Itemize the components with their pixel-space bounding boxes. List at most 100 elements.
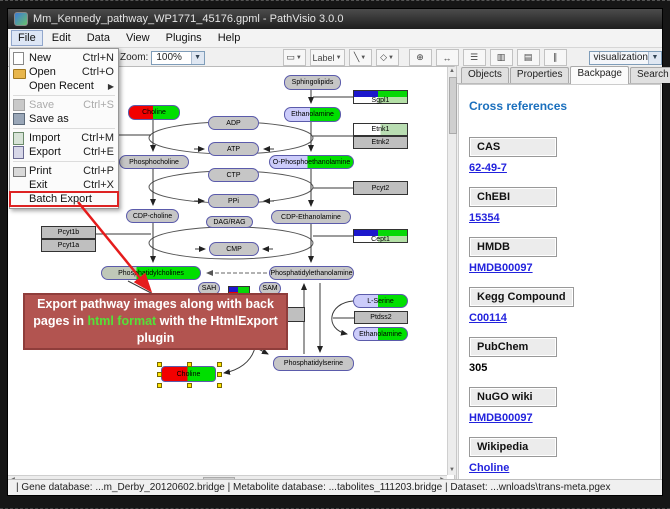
xref-value[interactable]: 15354 (469, 212, 650, 224)
selection-handle[interactable] (157, 383, 162, 388)
file-menu-item-exit[interactable]: ExitCtrl+X (10, 178, 118, 192)
selection-handle[interactable] (157, 362, 162, 367)
node-ethanolamine[interactable]: Ethanolamine (284, 107, 341, 122)
callout-text: Export pathway images along with back pa… (31, 296, 280, 347)
menu-view[interactable]: View (119, 30, 157, 46)
node-cmp[interactable]: CMP (209, 242, 259, 256)
chevron-down-icon[interactable]: ▼ (360, 55, 366, 61)
node-pcyt2[interactable]: Pcyt2 (353, 181, 408, 195)
xref-value[interactable]: 62-49-7 (469, 162, 650, 174)
layout-button[interactable]: ∥ (544, 49, 567, 66)
add-shape-button[interactable]: ◇▼ (376, 49, 399, 66)
node-o-phosphoethanolamine[interactable]: O-Phosphoethanolamine (269, 155, 354, 169)
selection-handle[interactable] (187, 383, 192, 388)
chevron-down-icon[interactable]: ▼ (336, 55, 342, 61)
node-label: ADP (226, 120, 240, 127)
selection-handle[interactable] (157, 372, 162, 377)
tab-objects[interactable]: Objects (461, 67, 509, 83)
node-phosphatidylethanolamine[interactable]: Phosphatidylethanolamine (269, 266, 354, 280)
node-label: Cept1 (371, 236, 390, 243)
chevron-down-icon[interactable]: ▼ (388, 55, 394, 61)
menu-help[interactable]: Help (211, 30, 248, 46)
node-etnk1[interactable]: Etnk1 (353, 123, 408, 136)
xref-value[interactable]: Choline (469, 462, 650, 474)
align-center-x-button[interactable]: ⊕ (409, 49, 432, 66)
selection-handle[interactable] (187, 362, 192, 367)
selection-handle[interactable] (217, 383, 222, 388)
node-atp[interactable]: ATP (208, 142, 259, 156)
node-cept1[interactable]: Cept1 (353, 229, 408, 243)
node-phosphatidylcholines[interactable]: Phosphatidylcholines (101, 266, 201, 280)
scroll-down-icon[interactable]: ▼ (448, 466, 456, 475)
menu-edit[interactable]: Edit (45, 30, 78, 46)
file-menu-item-new[interactable]: NewCtrl+N (10, 51, 118, 65)
node-choline[interactable]: Choline (161, 366, 216, 382)
node-sphingolipids[interactable]: Sphingolipids (284, 75, 341, 90)
menu-item-label: Save (29, 99, 54, 111)
node-sgpl1[interactable]: Sgpl1 (353, 90, 408, 104)
screen-background: Mm_Kennedy_pathway_WP1771_45176.gpml - P… (0, 0, 670, 509)
node-pcyt1a[interactable]: Pcyt1a (41, 239, 96, 252)
file-menu-item-export[interactable]: ExportCtrl+E (10, 145, 118, 159)
distribute-vertical-button[interactable]: ▥ (490, 49, 513, 66)
node-dag-rag[interactable]: DAG/RAG (206, 216, 253, 228)
add-datanode-button[interactable]: ▭▼ (283, 49, 306, 66)
node-adp[interactable]: ADP (208, 116, 259, 130)
node-cdp-ethanolamine[interactable]: CDP-Ethanolamine (271, 210, 351, 224)
menu-file[interactable]: File (11, 30, 43, 46)
node-label: L-Serine (367, 298, 393, 305)
chevron-down-icon[interactable]: ▼ (648, 52, 661, 64)
menu-item-label: Batch Export (29, 193, 92, 205)
scroll-up-icon[interactable]: ▲ (448, 67, 456, 76)
file-menu-item-import[interactable]: ImportCtrl+M (10, 131, 118, 145)
canvas-vertical-scrollbar[interactable]: ▲ ▼ (447, 67, 456, 475)
node-ethanolamine[interactable]: Ethanolamine (353, 327, 408, 341)
stack-button[interactable]: ▤ (517, 49, 540, 66)
node-etnk2[interactable]: Etnk2 (353, 136, 408, 149)
titlebar[interactable]: Mm_Kennedy_pathway_WP1771_45176.gpml - P… (8, 9, 662, 29)
distribute-horizontal-button[interactable]: ☰ (463, 49, 486, 66)
tab-properties[interactable]: Properties (510, 67, 570, 83)
add-line-button[interactable]: ╲▼ (349, 49, 372, 66)
node-l-serine[interactable]: L-Serine (353, 294, 408, 308)
node-label: Etnk1 (372, 126, 390, 133)
node-label: Phosphatidylcholines (118, 270, 184, 277)
node-label: Ethanolamine (291, 111, 334, 118)
file-menu-item-open[interactable]: OpenCtrl+O (10, 65, 118, 79)
backpage-panel[interactable]: Cross references CAS62-49-7ChEBI15354HMD… (458, 84, 661, 480)
vertical-scroll-thumb[interactable] (449, 77, 457, 134)
align-center-y-button[interactable]: ↔ (436, 49, 459, 66)
zoom-combo[interactable]: 100% ▼ (151, 51, 204, 65)
node-phosphatidylserine[interactable]: Phosphatidylserine (273, 356, 354, 371)
menu-data[interactable]: Data (80, 30, 117, 46)
chevron-down-icon[interactable]: ▼ (191, 52, 204, 64)
node-ptdss2[interactable]: Ptdss2 (354, 311, 408, 324)
selection-handle[interactable] (217, 372, 222, 377)
file-menu-item-save-as[interactable]: Save as (10, 112, 118, 126)
node-pcyt1b[interactable]: Pcyt1b (41, 226, 96, 239)
selection-handle[interactable] (217, 362, 222, 367)
menu-plugins[interactable]: Plugins (159, 30, 209, 46)
file-menu-item-open-recent[interactable]: Open Recent▶ (10, 79, 118, 93)
xref-value[interactable]: HMDB00097 (469, 262, 650, 274)
xref-value[interactable]: C00114 (469, 312, 650, 324)
visualization-combo[interactable]: visualization ▼ (589, 51, 662, 65)
xref-value[interactable]: HMDB00097 (469, 412, 650, 424)
save-disk-icon (13, 113, 25, 125)
node-phosphocholine[interactable]: Phosphocholine (119, 155, 189, 169)
add-label-button[interactable]: Label▼ (310, 49, 345, 66)
file-menu-item-batch-export[interactable]: Batch Export (10, 192, 118, 206)
distribute-horizontal-icon: ☰ (470, 52, 478, 63)
tab-search[interactable]: Search (630, 67, 670, 83)
node-label: Sphingolipids (292, 79, 334, 86)
file-menu-item-print[interactable]: PrintCtrl+P (10, 164, 118, 178)
menu-item-shortcut: Ctrl+S (83, 99, 114, 111)
blank-icon (13, 193, 25, 205)
node-choline[interactable]: Choline (128, 105, 180, 120)
node-ppi[interactable]: PPi (208, 194, 259, 208)
chevron-down-icon[interactable]: ▼ (296, 55, 302, 61)
node-ctp[interactable]: CTP (208, 168, 259, 182)
tab-backpage[interactable]: Backpage (570, 66, 628, 84)
node-cdp-choline[interactable]: CDP-choline (126, 209, 179, 223)
xref-section-pubchem: PubChem305 (469, 337, 650, 374)
